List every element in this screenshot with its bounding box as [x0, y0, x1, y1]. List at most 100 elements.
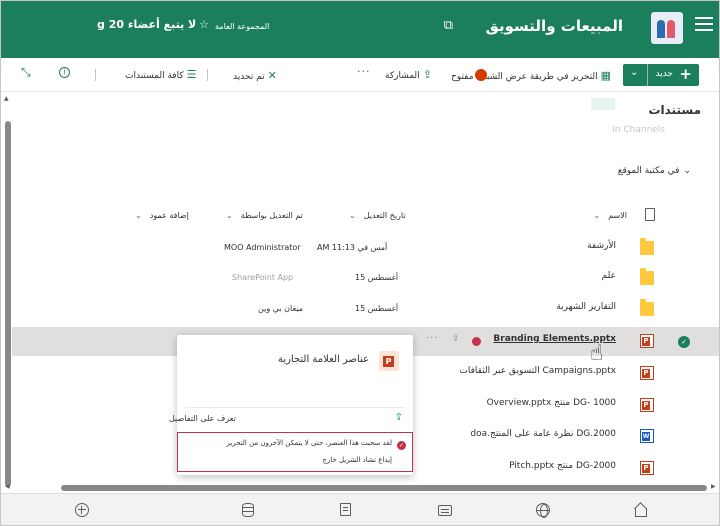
news-icon[interactable]: [438, 505, 452, 516]
card-title[interactable]: عناصر العلامة التجارية: [278, 354, 369, 365]
site-library-label: في مكتبة الموقع: [617, 166, 680, 176]
share-icon: ⇪: [422, 68, 432, 81]
file-type-header-icon[interactable]: [645, 208, 655, 221]
selected-label: تم تحديد: [233, 72, 265, 82]
column-modified-label: تاريخ التعديل: [363, 211, 406, 220]
chevron-down-icon: ⌄: [349, 211, 356, 220]
site-library-toggle[interactable]: ⌄في مكتبة الموقع: [618, 166, 691, 176]
document-icon[interactable]: [340, 503, 351, 516]
folder-icon: [640, 299, 654, 316]
divider: [647, 64, 648, 86]
filter-icon: ☰: [186, 68, 197, 81]
add-column-button[interactable]: إضافة عمود ⌄: [135, 211, 189, 220]
grid-edit-icon: ▦: [600, 69, 611, 82]
share-label: المشاركة: [385, 71, 420, 81]
item-name[interactable]: DG.2000 نظرة عامة على المنتج.doa: [470, 429, 616, 439]
app-window: المبيعات والتسويق ⧉ المجموعة العامة ☆لا …: [0, 0, 720, 526]
modified-by-value[interactable]: SharePoint App: [232, 273, 293, 282]
divider: [207, 69, 208, 81]
follow-label: لا يتبع أعضاء 20 g: [97, 18, 197, 31]
edit-grid-button[interactable]: ▦التحرير في طريقة عرض الشبكة: [477, 69, 611, 82]
chevron-down-icon: ⌄: [135, 211, 142, 220]
open-button[interactable]: مفتوح: [451, 69, 488, 82]
group-type-label: المجموعة العامة: [215, 22, 270, 31]
file-hover-card: عناصر العلامة التجارية ⇪ تعرف على التفاص…: [169, 335, 413, 475]
checked-out-icon: ✓: [397, 441, 406, 450]
expand-icon[interactable]: ⤡: [21, 65, 31, 80]
site-logo[interactable]: [651, 12, 683, 44]
table-row[interactable]: الأرشفة أمس في 11:13 AM MOO Administrato…: [12, 234, 719, 263]
item-name[interactable]: الأرشفة: [587, 241, 616, 251]
library-title: مستندات: [648, 103, 701, 117]
powerpoint-icon: [640, 461, 654, 475]
waffle-icon[interactable]: [695, 17, 713, 31]
database-icon[interactable]: [242, 503, 254, 517]
channels-label: In Channels: [612, 125, 665, 135]
chevron-down-icon: ⌄: [226, 211, 233, 220]
column-header-name[interactable]: الاسم ⌄: [593, 211, 627, 220]
chevron-down-icon: ⌄: [593, 211, 601, 220]
share-icon[interactable]: ⇪: [452, 334, 460, 344]
checked-out-icon: [472, 337, 481, 346]
share-button[interactable]: ⇪المشاركة: [385, 68, 432, 81]
edit-grid-label: التحرير في طريقة عرض الشبكة: [477, 72, 598, 82]
globe-icon[interactable]: [536, 503, 550, 518]
details-link[interactable]: تعرف على التفاصيل: [169, 414, 236, 423]
table-row[interactable]: التقارير الشهرية أغسطس 15 ميغان بي وين: [12, 295, 719, 324]
plus-icon: +: [679, 65, 692, 83]
site-header: المبيعات والتسويق ⧉ المجموعة العامة ☆لا …: [1, 1, 719, 58]
powerpoint-icon: [640, 334, 654, 348]
view-selector[interactable]: ☰كافة المستندات: [125, 68, 197, 81]
selected-indicator[interactable]: ✕تم تحديد: [233, 69, 277, 82]
info-icon[interactable]: i: [59, 67, 70, 78]
table-row[interactable]: علم أغسطس 15 SharePoint App: [12, 264, 719, 293]
follow-button[interactable]: ☆لا يتبع أعضاء 20 g: [97, 18, 209, 31]
word-icon: [640, 429, 654, 443]
selected-check-icon[interactable]: ✓: [678, 336, 690, 348]
powerpoint-icon: [640, 366, 654, 380]
bottom-navigation: [1, 493, 719, 525]
divider: [95, 69, 96, 81]
vertical-scrollbar[interactable]: [5, 121, 11, 487]
modified-value: أغسطس 15: [355, 304, 399, 313]
site-title[interactable]: المبيعات والتسويق: [485, 17, 623, 35]
column-header-modified-by[interactable]: تم التعديل بواسطة ⌄: [226, 211, 303, 220]
item-name[interactable]: التقارير الشهرية: [556, 302, 616, 312]
modified-value: أمس في 11:13 AM: [317, 243, 388, 252]
coauthor-badge: [474, 69, 487, 81]
modified-value: أغسطس 15: [355, 273, 399, 282]
modified-by-value[interactable]: ميغان بي وين: [258, 304, 303, 313]
more-options-icon[interactable]: ···: [426, 333, 439, 344]
item-name[interactable]: DG-2000 منتج Pitch.pptx: [509, 461, 616, 471]
hand-cursor-icon: ☝: [590, 341, 604, 366]
checkout-message: لقد سحبت هذا العنصر، حتى لا يتمكن الآخرو…: [226, 439, 393, 447]
title-highlight: [591, 98, 615, 110]
horizontal-scrollbar[interactable]: [61, 485, 707, 491]
folder-icon: [640, 268, 654, 285]
item-name[interactable]: Campaigns.pptx التسويق عبر الثقافات: [459, 366, 616, 376]
powerpoint-icon: [379, 351, 399, 371]
teams-icon[interactable]: ⧉: [444, 18, 453, 33]
powerpoint-icon: [640, 398, 654, 412]
more-options-button[interactable]: ···: [357, 65, 371, 78]
new-button[interactable]: + جديد ⌄: [623, 64, 699, 86]
scroll-right-arrow[interactable]: ▶: [711, 483, 716, 490]
chevron-down-icon[interactable]: ⌄: [630, 67, 638, 78]
scroll-up-arrow[interactable]: ▲: [4, 95, 9, 102]
add-circle-icon[interactable]: [75, 503, 89, 517]
column-name-label: الاسم: [608, 211, 627, 220]
item-name[interactable]: DG- 1000 منتج Overview.pptx: [487, 398, 616, 408]
modified-by-value[interactable]: MOO Administrator: [224, 243, 301, 252]
open-label: مفتوح: [451, 72, 474, 82]
column-header-modified[interactable]: تاريخ التعديل ⌄: [349, 211, 406, 220]
add-column-label: إضافة عمود: [149, 211, 189, 220]
share-icon[interactable]: ⇪: [395, 412, 403, 423]
folder-icon: [640, 238, 654, 255]
checkout-notice: ✓ لقد سحبت هذا العنصر، حتى لا يتمكن الآخ…: [177, 432, 413, 472]
discard-checkout-link[interactable]: إيداع تشاد الشريل خارج: [322, 456, 392, 464]
scroll-left-arrow[interactable]: ◀: [5, 483, 10, 490]
item-name[interactable]: علم: [602, 271, 616, 281]
new-label: جديد: [655, 69, 673, 79]
divider: [185, 407, 405, 408]
home-icon[interactable]: [634, 503, 648, 517]
